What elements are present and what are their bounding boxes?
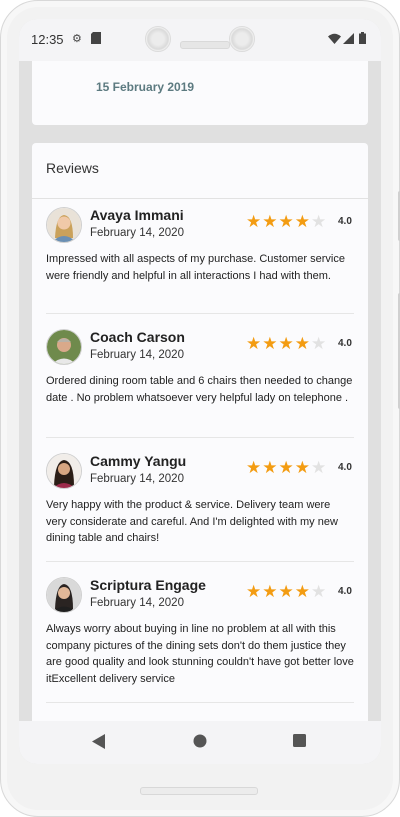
rating-value: 4.0 bbox=[338, 338, 352, 349]
star-icon: ★ bbox=[278, 458, 295, 477]
star-icon: ★ bbox=[294, 334, 311, 353]
review-item: Avaya Immani February 14, 2020 ★★★★★ 4.0… bbox=[46, 199, 354, 314]
star-rating: ★★★★★ bbox=[246, 458, 327, 478]
navigation-bar bbox=[19, 721, 381, 764]
reviewer-name: Cammy Yangu bbox=[90, 453, 187, 469]
star-icon: ★ bbox=[246, 458, 263, 477]
recents-icon[interactable] bbox=[293, 734, 306, 750]
star-rating: ★★★★★ bbox=[246, 582, 327, 602]
star-icon: ★ bbox=[262, 334, 279, 353]
rating-value: 4.0 bbox=[338, 216, 352, 227]
star-empty-icon: ★ bbox=[311, 334, 328, 353]
phone-frame: 12:35 ⚙ 15 February 2019 Reviews Avaya I… bbox=[0, 0, 400, 817]
front-sensor-icon bbox=[229, 26, 255, 52]
review-item: Coach Carson February 14, 2020 ★★★★★ 4.0… bbox=[46, 314, 354, 438]
info-card-date: 15 February 2019 bbox=[96, 80, 195, 94]
star-icon: ★ bbox=[294, 582, 311, 601]
screen: 12:35 ⚙ 15 February 2019 Reviews Avaya I… bbox=[19, 19, 381, 764]
scroll-content[interactable]: 15 February 2019 Reviews Avaya Immani Fe… bbox=[19, 61, 381, 721]
star-icon: ★ bbox=[246, 582, 263, 601]
review-date: February 14, 2020 bbox=[90, 597, 184, 609]
home-icon[interactable] bbox=[193, 734, 207, 751]
reviewer-name: Scriptura Engage bbox=[90, 577, 206, 593]
rating-value: 4.0 bbox=[338, 462, 352, 473]
status-time: 12:35 bbox=[31, 32, 64, 47]
reviews-card: Reviews Avaya Immani February 14, 2020 ★… bbox=[32, 143, 368, 721]
earpiece-speaker bbox=[180, 41, 230, 49]
star-icon: ★ bbox=[262, 458, 279, 477]
star-icon: ★ bbox=[278, 582, 295, 601]
back-icon[interactable] bbox=[92, 734, 105, 752]
signal-icon bbox=[343, 33, 354, 47]
avatar bbox=[46, 329, 82, 365]
wifi-icon bbox=[328, 33, 341, 47]
star-empty-icon: ★ bbox=[311, 458, 328, 477]
bottom-speaker bbox=[140, 787, 258, 795]
review-date: February 14, 2020 bbox=[90, 473, 184, 485]
reviews-title: Reviews bbox=[32, 143, 368, 199]
sd-card-icon bbox=[91, 32, 101, 47]
star-icon: ★ bbox=[278, 334, 295, 353]
review-item: Cammy Yangu February 14, 2020 ★★★★★ 4.0 … bbox=[46, 438, 354, 562]
star-icon: ★ bbox=[278, 212, 295, 231]
review-date: February 14, 2020 bbox=[90, 227, 184, 239]
star-icon: ★ bbox=[262, 212, 279, 231]
star-rating: ★★★★★ bbox=[246, 334, 327, 354]
info-card: 15 February 2019 bbox=[32, 61, 368, 125]
star-empty-icon: ★ bbox=[311, 212, 328, 231]
review-item: Scriptura Engage February 14, 2020 ★★★★★… bbox=[46, 562, 354, 703]
avatar bbox=[46, 577, 82, 613]
avatar bbox=[46, 453, 82, 489]
battery-icon bbox=[359, 32, 366, 47]
status-bar: 12:35 ⚙ bbox=[19, 19, 381, 61]
star-icon: ★ bbox=[294, 458, 311, 477]
avatar bbox=[46, 207, 82, 243]
review-date: February 14, 2020 bbox=[90, 349, 184, 361]
star-icon: ★ bbox=[246, 334, 263, 353]
star-rating: ★★★★★ bbox=[246, 212, 327, 232]
reviewer-name: Avaya Immani bbox=[90, 207, 184, 223]
settings-icon: ⚙ bbox=[72, 33, 82, 45]
rating-value: 4.0 bbox=[338, 586, 352, 597]
reviewer-name: Coach Carson bbox=[90, 329, 185, 345]
star-icon: ★ bbox=[262, 582, 279, 601]
star-empty-icon: ★ bbox=[311, 582, 328, 601]
star-icon: ★ bbox=[246, 212, 263, 231]
front-camera-icon bbox=[145, 26, 171, 52]
star-icon: ★ bbox=[294, 212, 311, 231]
